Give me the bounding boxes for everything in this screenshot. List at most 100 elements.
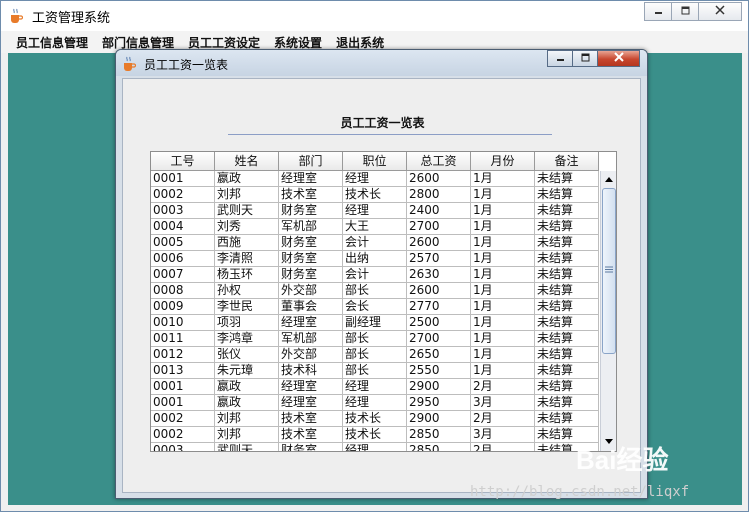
column-header-position[interactable]: 职位 bbox=[343, 152, 407, 171]
cell-month[interactable]: 1月 bbox=[471, 283, 535, 299]
cell-month[interactable]: 1月 bbox=[471, 219, 535, 235]
cell-remark[interactable]: 未结算 bbox=[535, 379, 599, 395]
cell-remark[interactable]: 未结算 bbox=[535, 219, 599, 235]
cell-name[interactable]: 武则天 bbox=[215, 443, 279, 451]
table-row[interactable]: 0001 嬴政 经理室 经理 2900 2月 未结算 bbox=[151, 379, 599, 395]
cell-position[interactable]: 技术长 bbox=[343, 187, 407, 203]
cell-name[interactable]: 西施 bbox=[215, 235, 279, 251]
cell-id[interactable]: 0012 bbox=[151, 347, 215, 363]
cell-id[interactable]: 0002 bbox=[151, 187, 215, 203]
cell-department[interactable]: 军机部 bbox=[279, 331, 343, 347]
cell-position[interactable]: 大王 bbox=[343, 219, 407, 235]
cell-id[interactable]: 0003 bbox=[151, 203, 215, 219]
dialog-title-bar[interactable]: 员工工资一览表 bbox=[116, 50, 647, 76]
cell-total-salary[interactable]: 2400 bbox=[407, 203, 471, 219]
cell-remark[interactable]: 未结算 bbox=[535, 267, 599, 283]
cell-total-salary[interactable]: 2600 bbox=[407, 171, 471, 187]
table-row[interactable]: 0005 西施 财务室 会计 2600 1月 未结算 bbox=[151, 235, 599, 251]
cell-total-salary[interactable]: 2570 bbox=[407, 251, 471, 267]
cell-position[interactable]: 经理 bbox=[343, 443, 407, 451]
cell-month[interactable]: 1月 bbox=[471, 187, 535, 203]
cell-id[interactable]: 0002 bbox=[151, 427, 215, 443]
cell-name[interactable]: 项羽 bbox=[215, 315, 279, 331]
cell-month[interactable]: 1月 bbox=[471, 331, 535, 347]
cell-remark[interactable]: 未结算 bbox=[535, 235, 599, 251]
cell-name[interactable]: 孙权 bbox=[215, 283, 279, 299]
cell-remark[interactable]: 未结算 bbox=[535, 171, 599, 187]
dialog-close-button[interactable] bbox=[597, 50, 640, 67]
cell-id[interactable]: 0010 bbox=[151, 315, 215, 331]
cell-id[interactable]: 0006 bbox=[151, 251, 215, 267]
scrollbar-thumb[interactable] bbox=[602, 188, 616, 354]
menu-system-settings[interactable]: 系统设置 bbox=[267, 34, 329, 51]
cell-total-salary[interactable]: 2770 bbox=[407, 299, 471, 315]
cell-position[interactable]: 出纳 bbox=[343, 251, 407, 267]
cell-id[interactable]: 0009 bbox=[151, 299, 215, 315]
cell-remark[interactable]: 未结算 bbox=[535, 347, 599, 363]
table-row[interactable]: 0010 项羽 经理室 副经理 2500 1月 未结算 bbox=[151, 315, 599, 331]
table-row[interactable]: 0007 杨玉环 财务室 会计 2630 1月 未结算 bbox=[151, 267, 599, 283]
cell-department[interactable]: 经理室 bbox=[279, 315, 343, 331]
cell-position[interactable]: 部长 bbox=[343, 347, 407, 363]
cell-id[interactable]: 0002 bbox=[151, 411, 215, 427]
cell-month[interactable]: 1月 bbox=[471, 203, 535, 219]
dialog-minimize-button[interactable] bbox=[547, 50, 572, 67]
table-row[interactable]: 0002 刘邦 技术室 技术长 2850 3月 未结算 bbox=[151, 427, 599, 443]
close-button[interactable] bbox=[698, 2, 742, 21]
table-row[interactable]: 0003 武则天 财务室 经理 2850 2月 未结算 bbox=[151, 443, 599, 451]
cell-id[interactable]: 0004 bbox=[151, 219, 215, 235]
cell-total-salary[interactable]: 2550 bbox=[407, 363, 471, 379]
table-row[interactable]: 0008 孙权 外交部 部长 2600 1月 未结算 bbox=[151, 283, 599, 299]
cell-remark[interactable]: 未结算 bbox=[535, 203, 599, 219]
cell-position[interactable]: 经理 bbox=[343, 203, 407, 219]
cell-name[interactable]: 李世民 bbox=[215, 299, 279, 315]
cell-total-salary[interactable]: 2850 bbox=[407, 427, 471, 443]
cell-month[interactable]: 1月 bbox=[471, 171, 535, 187]
cell-department[interactable]: 经理室 bbox=[279, 379, 343, 395]
cell-total-salary[interactable]: 2630 bbox=[407, 267, 471, 283]
cell-name[interactable]: 嬴政 bbox=[215, 171, 279, 187]
table-row[interactable]: 0013 朱元璋 技术科 部长 2550 1月 未结算 bbox=[151, 363, 599, 379]
cell-id[interactable]: 0001 bbox=[151, 379, 215, 395]
scroll-up-button[interactable] bbox=[602, 172, 616, 187]
menu-employee-info[interactable]: 员工信息管理 bbox=[9, 34, 95, 51]
cell-month[interactable]: 1月 bbox=[471, 267, 535, 283]
cell-position[interactable]: 技术长 bbox=[343, 411, 407, 427]
main-title-bar[interactable]: 工资管理系统 bbox=[1, 1, 748, 31]
cell-department[interactable]: 技术科 bbox=[279, 363, 343, 379]
cell-department[interactable]: 财务室 bbox=[279, 235, 343, 251]
cell-total-salary[interactable]: 2600 bbox=[407, 283, 471, 299]
table-row[interactable]: 0001 嬴政 经理室 经理 2950 3月 未结算 bbox=[151, 395, 599, 411]
table-row[interactable]: 0009 李世民 董事会 会长 2770 1月 未结算 bbox=[151, 299, 599, 315]
cell-department[interactable]: 外交部 bbox=[279, 283, 343, 299]
cell-total-salary[interactable]: 2850 bbox=[407, 443, 471, 451]
cell-department[interactable]: 财务室 bbox=[279, 251, 343, 267]
cell-id[interactable]: 0008 bbox=[151, 283, 215, 299]
cell-total-salary[interactable]: 2600 bbox=[407, 235, 471, 251]
cell-month[interactable]: 1月 bbox=[471, 315, 535, 331]
cell-month[interactable]: 1月 bbox=[471, 347, 535, 363]
cell-position[interactable]: 会计 bbox=[343, 267, 407, 283]
cell-position[interactable]: 副经理 bbox=[343, 315, 407, 331]
cell-position[interactable]: 技术长 bbox=[343, 427, 407, 443]
cell-remark[interactable]: 未结算 bbox=[535, 299, 599, 315]
cell-name[interactable]: 杨玉环 bbox=[215, 267, 279, 283]
column-header-id[interactable]: 工号 bbox=[151, 152, 215, 171]
cell-name[interactable]: 李清照 bbox=[215, 251, 279, 267]
cell-remark[interactable]: 未结算 bbox=[535, 363, 599, 379]
dialog-maximize-button[interactable] bbox=[572, 50, 597, 67]
cell-total-salary[interactable]: 2950 bbox=[407, 395, 471, 411]
table-row[interactable]: 0003 武则天 财务室 经理 2400 1月 未结算 bbox=[151, 203, 599, 219]
cell-total-salary[interactable]: 2650 bbox=[407, 347, 471, 363]
cell-department[interactable]: 外交部 bbox=[279, 347, 343, 363]
cell-department[interactable]: 财务室 bbox=[279, 267, 343, 283]
cell-id[interactable]: 0013 bbox=[151, 363, 215, 379]
cell-department[interactable]: 技术室 bbox=[279, 187, 343, 203]
cell-month[interactable]: 2月 bbox=[471, 443, 535, 451]
cell-month[interactable]: 1月 bbox=[471, 235, 535, 251]
cell-position[interactable]: 会长 bbox=[343, 299, 407, 315]
cell-department[interactable]: 财务室 bbox=[279, 203, 343, 219]
cell-department[interactable]: 财务室 bbox=[279, 443, 343, 451]
cell-department[interactable]: 经理室 bbox=[279, 395, 343, 411]
column-header-remark[interactable]: 备注 bbox=[535, 152, 599, 171]
